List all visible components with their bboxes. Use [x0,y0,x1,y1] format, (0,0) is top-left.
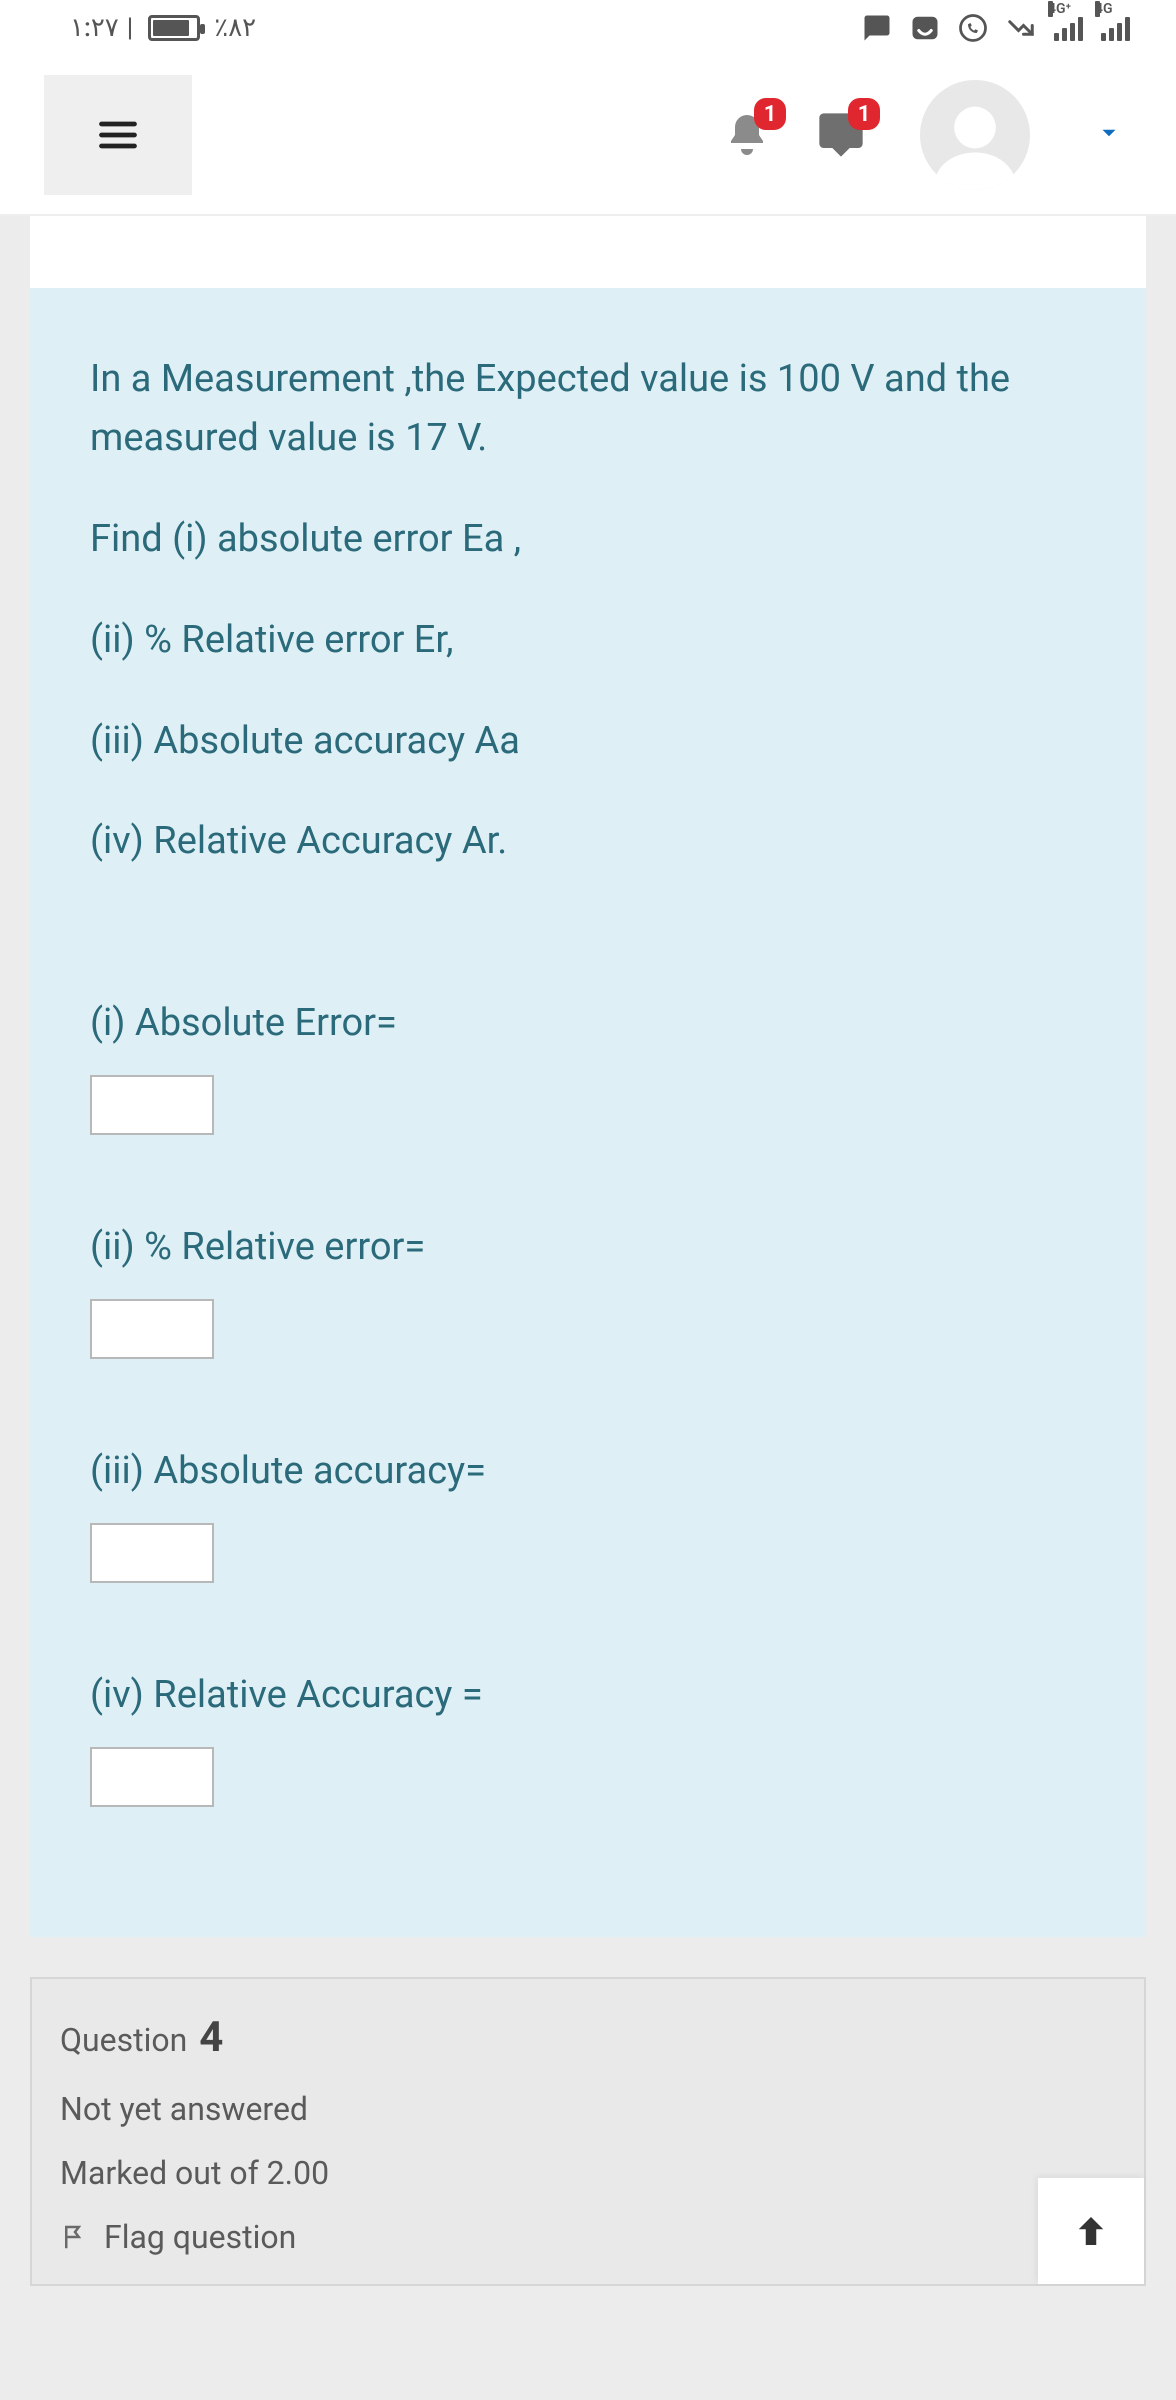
answer-input-relative-accuracy[interactable] [90,1747,214,1807]
question-text-panel: In a Measurement ,the Expected value is … [30,288,1146,1937]
user-avatar[interactable] [920,80,1030,190]
answer-item-3: (iii) Absolute accuracy= [90,1449,1086,1583]
caret-down-icon [1096,120,1122,146]
flag-question-label: Flag question [104,2218,296,2256]
status-right: 4G⁺ 4G [862,13,1130,43]
answer-label: (iv) Relative Accuracy = [90,1673,1086,1717]
avatar-placeholder-icon [925,90,1025,190]
question-number: 4 [199,2013,223,2062]
answer-label: (ii) % Relative error= [90,1225,1086,1269]
battery-icon [148,15,200,41]
whatsapp-icon [958,13,988,43]
chat-bubble-icon [862,13,892,43]
question-line: (iv) Relative Accuracy Ar. [90,812,1086,871]
missed-call-icon [1006,13,1036,43]
signal-bars-1: 4G⁺ [1054,15,1083,41]
question-info-box: Question 4 Not yet answered Marked out o… [30,1977,1146,2286]
page-body: In a Measurement ,the Expected value is … [0,216,1176,2400]
status-time: ١:٢٧ [70,13,119,43]
answer-input-absolute-accuracy[interactable] [90,1523,214,1583]
question-marks: Marked out of 2.00 [60,2154,1116,2192]
question-status: Not yet answered [60,2090,1116,2128]
question-line: (iii) Absolute accuracy Aa [90,712,1086,771]
answer-input-absolute-error[interactable] [90,1075,214,1135]
messages-button[interactable]: 1 [814,108,868,162]
answer-item-4: (iv) Relative Accuracy = [90,1673,1086,1807]
header-icons: 1 1 [720,80,1122,190]
scroll-to-top-button[interactable] [1038,2178,1144,2284]
notifications-button[interactable]: 1 [720,108,774,162]
answers-block: (i) Absolute Error= (ii) % Relative erro… [90,1001,1086,1807]
answer-item-1: (i) Absolute Error= [90,1001,1086,1135]
notifications-badge: 1 [754,98,786,130]
android-status-bar: ١:٢٧ | ٪٨٢ 4G⁺ 4G [0,0,1176,56]
flag-question-link[interactable]: Flag question [60,2218,1116,2256]
question-line: In a Measurement ,the Expected value is … [90,350,1086,468]
messages-badge: 1 [848,98,880,130]
app-header: 1 1 [0,56,1176,216]
huawei-app-icon [910,13,940,43]
signal-bars-2: 4G [1101,15,1130,41]
status-divider: | [127,13,134,43]
question-line: (ii) % Relative error Er, [90,611,1086,670]
hamburger-menu-button[interactable] [44,75,192,195]
hamburger-icon [96,113,140,157]
user-menu-caret[interactable] [1096,120,1122,150]
status-left: ١:٢٧ | ٪٨٢ [70,13,256,43]
answer-input-relative-error[interactable] [90,1299,214,1359]
answer-item-2: (ii) % Relative error= [90,1225,1086,1359]
question-line: Find (i) absolute error Ea , [90,510,1086,569]
question-card: In a Measurement ,the Expected value is … [30,216,1146,1937]
answer-label: (iii) Absolute accuracy= [90,1449,1086,1493]
question-number-line: Question 4 [60,2013,1116,2062]
answer-label: (i) Absolute Error= [90,1001,1086,1045]
flag-icon [60,2222,90,2252]
question-label: Question [60,2021,187,2059]
arrow-up-icon [1070,2210,1112,2252]
battery-percent: ٪٨٢ [214,13,256,43]
